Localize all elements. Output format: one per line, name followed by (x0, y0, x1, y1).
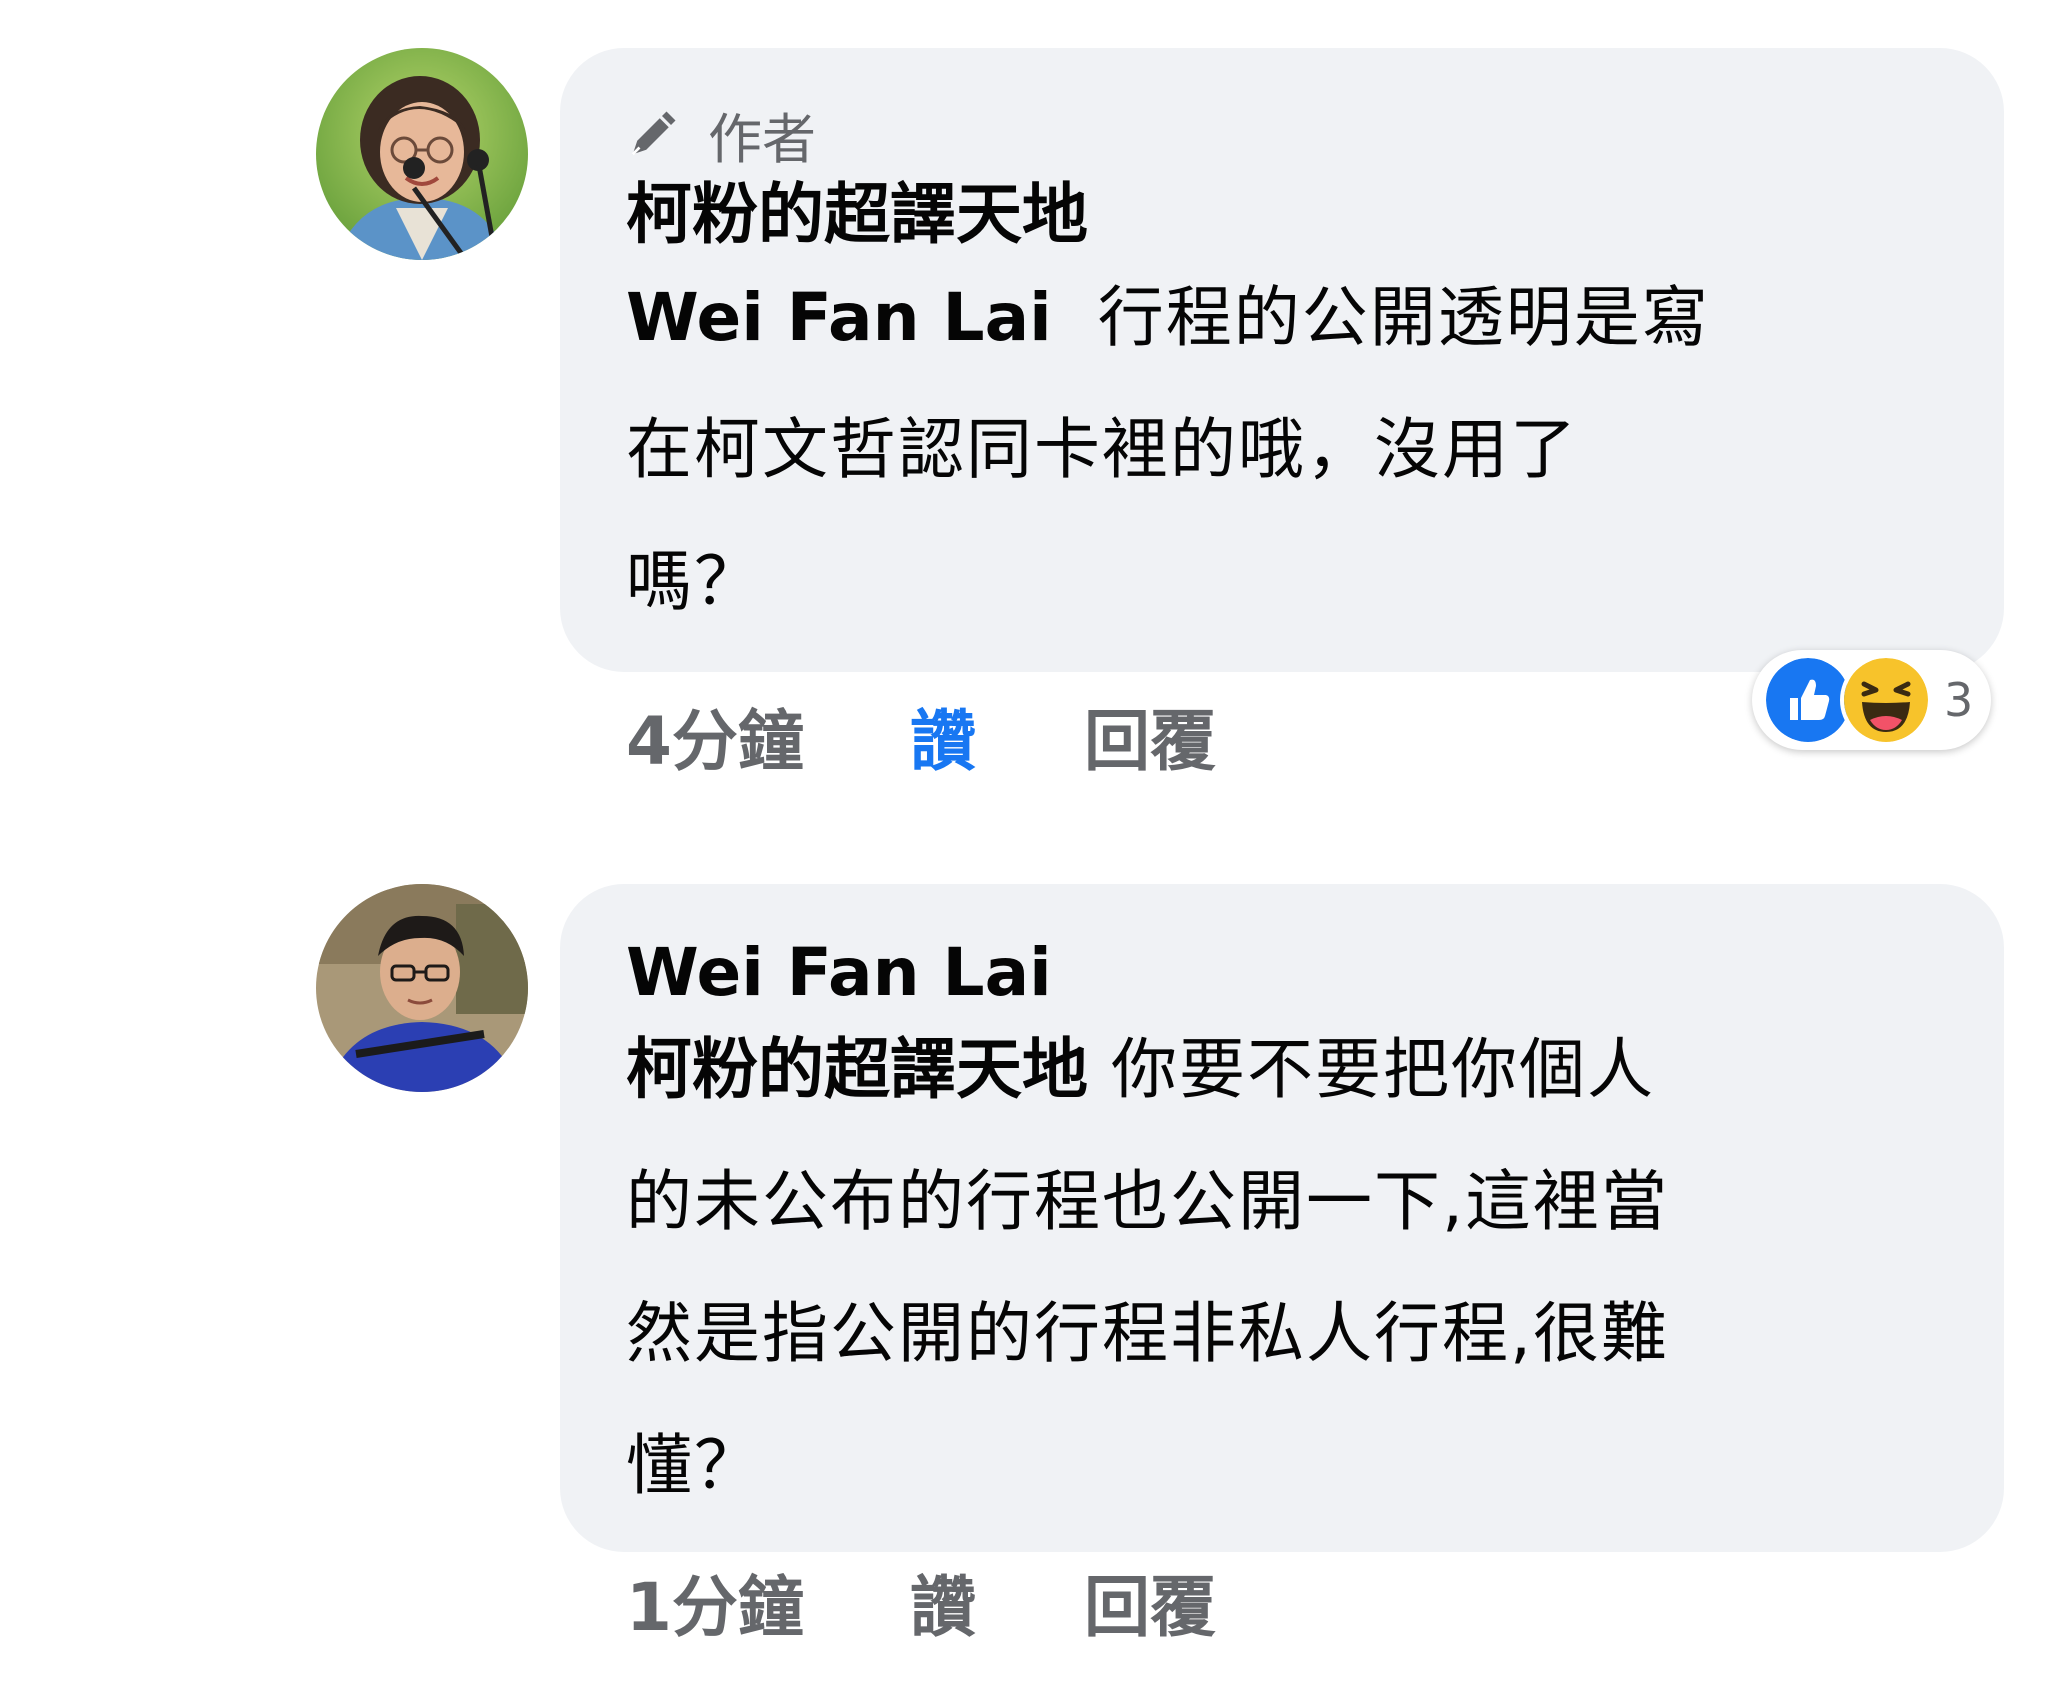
like-button[interactable]: 讚 (910, 1554, 976, 1650)
avatar[interactable] (316, 48, 528, 260)
comment-author-name[interactable]: 柯粉的超譯天地 (626, 170, 1954, 260)
comment-bubble: 作者 柯粉的超譯天地 Wei Fan Lai 行程的公開透明是寫 在柯文哲認同卡… (560, 48, 2004, 672)
comment-actions: 1分鐘 讚 回覆 (626, 1552, 1216, 1652)
pen-icon (631, 111, 676, 156)
comment-text: Wei Fan Lai 行程的公開透明是寫 在柯文哲認同卡裡的哦，沒用了 嗎？ (626, 252, 1954, 648)
comment-text-line: 的未公布的行程也公開一下,這裡當 (626, 1163, 1669, 1240)
comment-actions: 4分鐘 讚 回覆 (626, 686, 1216, 786)
author-badge: 作者 (626, 98, 1954, 171)
timestamp[interactable]: 1分鐘 (626, 1554, 804, 1650)
reply-button[interactable]: 回覆 (1084, 1554, 1216, 1650)
comment-text-line: 嗎？ (626, 543, 762, 620)
reactions-summary[interactable]: 3 (1752, 650, 1992, 750)
comment-text: 柯粉的超譯天地 你要不要把你個人 的未公布的行程也公開一下,這裡當 然是指公開的… (626, 1004, 1954, 1532)
like-button[interactable]: 讚 (910, 688, 976, 784)
comment-text-line: 懂？ (626, 1427, 762, 1504)
comment-text-line: 行程的公開透明是寫 (1097, 279, 1710, 356)
reaction-count: 3 (1944, 673, 1974, 727)
author-badge-label: 作者 (708, 107, 816, 171)
comment-text-line: 你要不要把你個人 (1110, 1031, 1655, 1108)
timestamp[interactable]: 4分鐘 (626, 688, 804, 784)
avatar[interactable] (316, 884, 528, 1092)
comment-text-line: 在柯文哲認同卡裡的哦，沒用了 (626, 411, 1578, 488)
reply-button[interactable]: 回覆 (1084, 688, 1216, 784)
mention-link[interactable]: 柯粉的超譯天地 (626, 1031, 1088, 1108)
comment-text-line: 然是指公開的行程非私人行程,很難 (626, 1295, 1669, 1372)
comment-bubble: Wei Fan Lai 柯粉的超譯天地 你要不要把你個人 的未公布的行程也公開一… (560, 884, 2004, 1552)
haha-icon (1840, 654, 1932, 746)
mention-link[interactable]: Wei Fan Lai (626, 279, 1052, 356)
